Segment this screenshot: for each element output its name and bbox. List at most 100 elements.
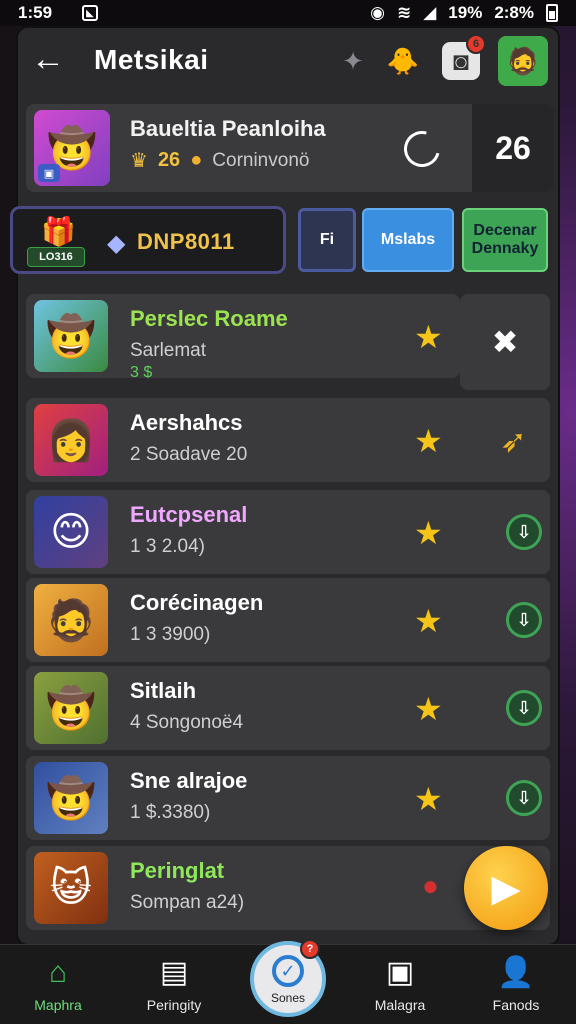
star-icon[interactable]: ★ bbox=[414, 514, 443, 552]
game-subtitle: 2 Soadave 20 bbox=[130, 444, 248, 465]
nav-item-peringity[interactable]: ▤ Peringity bbox=[124, 945, 224, 1024]
mslabs-button[interactable]: Mslabs bbox=[362, 208, 454, 272]
game-avatar: 🧔 bbox=[34, 584, 108, 656]
star-icon[interactable]: ★ bbox=[414, 422, 443, 460]
game-row[interactable]: 🧔 Corécinagen 1 3 3900) ★ ⇩ bbox=[26, 578, 550, 662]
nav-label: Maphra bbox=[34, 997, 82, 1013]
game-subtitle: Sarlemat bbox=[130, 340, 207, 361]
game-avatar: 🤠 bbox=[34, 300, 108, 372]
status-clock: 2:8% bbox=[494, 3, 534, 22]
game-row[interactable]: 🤠 Sitlaih 4 Songonoë4 ★ ⇩ bbox=[26, 666, 550, 750]
nav-item-sones[interactable]: ✓ Sones ? bbox=[250, 939, 326, 1017]
duck-icon[interactable]: 🐥 bbox=[384, 42, 422, 80]
wifi-icon: ≋ bbox=[396, 3, 412, 22]
gem-icon: ◆ bbox=[107, 230, 126, 257]
center-nav-icon: ✓ bbox=[272, 955, 304, 987]
status-battery-text: 19% bbox=[448, 3, 483, 22]
star-icon[interactable]: ★ bbox=[414, 690, 443, 728]
inbox-icon: ▣ bbox=[385, 956, 415, 989]
game-title: Sne alrajoe bbox=[130, 768, 248, 793]
nav-item-malagra[interactable]: ▣ Malagra bbox=[350, 945, 450, 1024]
game-title: Corécinagen bbox=[130, 590, 264, 615]
share-star-icon[interactable]: ➶ bbox=[500, 422, 527, 460]
game-title: Eutcpsenal bbox=[130, 502, 248, 527]
pin-marker-icon[interactable]: ● bbox=[422, 870, 439, 902]
game-title: Sitlaih bbox=[130, 678, 197, 703]
battery-icon bbox=[546, 4, 558, 22]
game-subtitle: 1 3 2.04) bbox=[130, 536, 205, 557]
crown-icon: ♛ bbox=[130, 150, 148, 172]
filter-button[interactable]: Fi bbox=[298, 208, 356, 272]
game-title: Perslec Roame bbox=[130, 306, 288, 331]
profile-right-value[interactable]: 26 bbox=[472, 104, 554, 192]
game-row[interactable]: 🤠 Sne alrajoe 1 $.3380) ★ ⇩ bbox=[26, 756, 550, 840]
star-icon[interactable]: ★ bbox=[414, 602, 443, 640]
avatar-badge-icon: ▣ bbox=[38, 164, 60, 182]
user-icon: 👤 bbox=[497, 956, 535, 989]
profile-avatar[interactable]: 🧔 bbox=[498, 36, 548, 86]
camera-icon[interactable]: ◙ 6 bbox=[442, 34, 486, 80]
signal-icon: ◢ bbox=[423, 3, 437, 22]
profile-level: 26 bbox=[157, 149, 181, 171]
nav-label: Fanods bbox=[492, 997, 540, 1013]
sparkle-icon[interactable]: ✦ bbox=[334, 42, 372, 80]
download-icon[interactable]: ⇩ bbox=[506, 514, 542, 550]
chest-icon: 🎁 bbox=[41, 216, 76, 247]
game-avatar: 🤠 bbox=[34, 762, 108, 834]
star-icon[interactable]: ★ bbox=[414, 318, 443, 356]
nav-label: Malagra bbox=[374, 997, 426, 1013]
chest-label: LO316 bbox=[27, 247, 85, 267]
notification-icon: ◣ bbox=[82, 5, 99, 21]
game-subtitle: Sompan a24) bbox=[130, 892, 245, 913]
balance-code: DNP8011 bbox=[137, 229, 235, 254]
star-icon[interactable]: ★ bbox=[414, 780, 443, 818]
action-row: 🎁 LO316 ◆ DNP8011 Fi Mslabs Decenar Denn… bbox=[10, 206, 558, 276]
play-icon: ▶ bbox=[491, 867, 521, 910]
loading-ring-icon bbox=[397, 124, 447, 174]
status-bar: 1:59 ◣ ◉ ≋ ◢ 19% 2:8% bbox=[0, 0, 576, 26]
page-title: Metsikai bbox=[94, 44, 209, 75]
game-subtitle: 4 Songonoë4 bbox=[130, 712, 244, 733]
gallery-icon: ▤ bbox=[159, 956, 189, 989]
decenar-button[interactable]: Decenar Dennaky bbox=[462, 208, 548, 272]
nav-item-maphra[interactable]: ⌂ Maphra bbox=[8, 945, 108, 1024]
profile-stats: ♛ 26 ● Corninvonö bbox=[130, 148, 309, 173]
game-subtitle: 1 $.3380) bbox=[130, 802, 211, 823]
back-arrow-icon[interactable]: ← bbox=[28, 42, 68, 78]
download-icon[interactable]: ⇩ bbox=[506, 690, 542, 726]
download-icon[interactable]: ⇩ bbox=[506, 780, 542, 816]
game-title: Peringlat bbox=[130, 858, 225, 883]
game-row[interactable]: 😊 Eutcpsenal 1 3 2.04) ★ ⇩ bbox=[26, 490, 550, 574]
sync-icon: ◉ bbox=[370, 3, 385, 22]
game-title: Aershahcs bbox=[130, 410, 243, 435]
balance-box[interactable]: 🎁 LO316 ◆ DNP8011 bbox=[10, 206, 286, 274]
main-panel: ← Metsikai ✦ 🐥 ◙ 6 🧔 🤠 ▣ Baueltia Peanlo… bbox=[10, 28, 558, 944]
player-avatar: 🤠 ▣ bbox=[34, 110, 110, 186]
status-time: 1:59 bbox=[18, 3, 53, 22]
game-subtitle: 1 3 3900) bbox=[130, 624, 211, 645]
notification-badge: 6 bbox=[466, 34, 486, 54]
nav-item-fanods[interactable]: 👤 Fanods bbox=[466, 945, 566, 1024]
game-meta: 3 $ bbox=[130, 364, 153, 381]
profile-card[interactable]: 🤠 ▣ Baueltia Peanloiha ♛ 26 ● Corninvonö… bbox=[26, 104, 554, 192]
pin-button[interactable]: ✖ bbox=[460, 294, 550, 390]
game-avatar: 🤠 bbox=[34, 672, 108, 744]
home-icon: ⌂ bbox=[48, 956, 68, 989]
bottom-nav: ⌂ Maphra ▤ Peringity ✓ Sones ? ▣ Malagra… bbox=[0, 939, 576, 1024]
game-avatar: 😺 bbox=[34, 852, 108, 924]
pin-icon: ✖ bbox=[491, 324, 519, 360]
nav-label: Sones bbox=[270, 991, 306, 1005]
download-icon[interactable]: ⇩ bbox=[506, 602, 542, 638]
game-avatar: 😊 bbox=[34, 496, 108, 568]
nav-label: Peringity bbox=[146, 997, 202, 1013]
top-bar: ← Metsikai ✦ 🐥 ◙ 6 🧔 bbox=[18, 28, 558, 94]
profile-subtitle: Corninvonö bbox=[212, 149, 310, 171]
profile-name: Baueltia Peanloiha bbox=[130, 116, 326, 141]
game-avatar: 👩 bbox=[34, 404, 108, 476]
game-row[interactable]: 🤠 Perslec Roame Sarlemat 3 $ ★ bbox=[26, 294, 460, 381]
nav-badge: ? bbox=[300, 939, 320, 959]
play-button[interactable]: ▶ bbox=[464, 846, 548, 930]
game-row[interactable]: 👩 Aershahcs 2 Soadave 20 ★ ➶ bbox=[26, 398, 550, 482]
coin-icon: ● bbox=[190, 149, 203, 171]
chest-widget: 🎁 LO316 bbox=[27, 215, 87, 269]
